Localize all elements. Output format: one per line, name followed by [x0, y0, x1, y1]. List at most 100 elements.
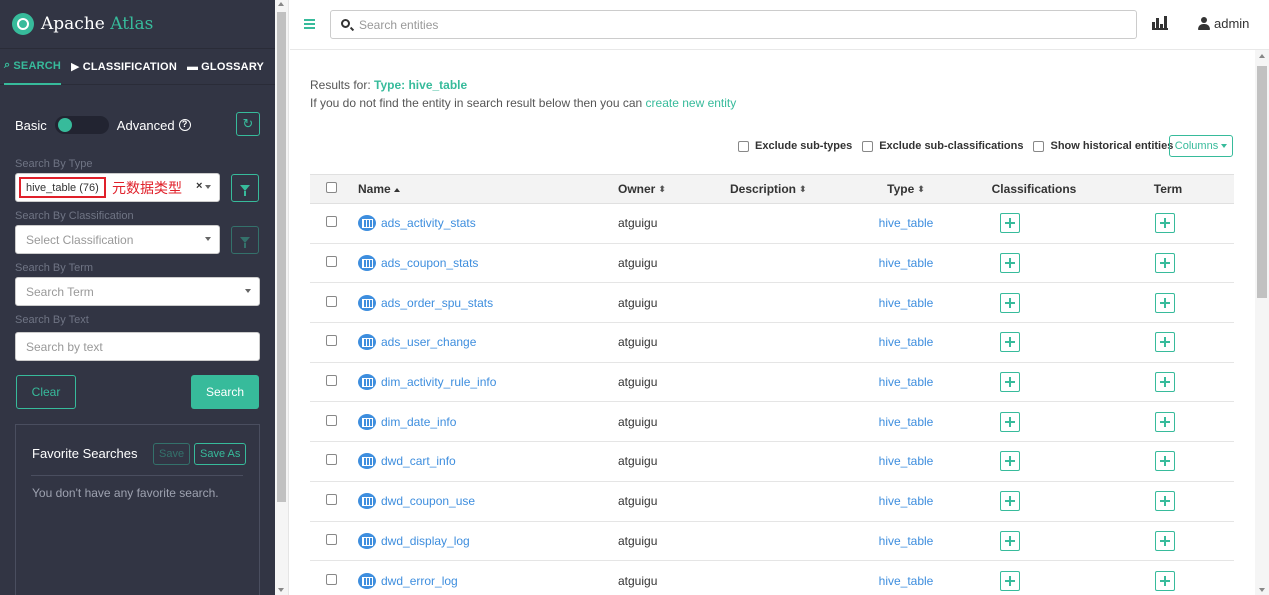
- scroll-down-icon[interactable]: [1259, 588, 1265, 592]
- scrollbar-thumb[interactable]: [1257, 66, 1267, 298]
- exclude-subtypes-checkbox[interactable]: Exclude sub-types: [738, 140, 852, 152]
- type-link[interactable]: hive_table: [879, 574, 934, 588]
- global-search-input[interactable]: Search entities: [330, 10, 1137, 39]
- scrollbar-thumb[interactable]: [277, 12, 286, 502]
- table-row[interactable]: ads_user_change atguigu hive_table: [310, 322, 1234, 363]
- show-historical-checkbox[interactable]: Show historical entities: [1033, 140, 1173, 152]
- entity-name-link[interactable]: ads_order_spu_stats: [381, 296, 493, 310]
- table-row[interactable]: dwd_cart_info atguigu hive_table: [310, 441, 1234, 482]
- entity-name-link[interactable]: ads_user_change: [381, 335, 476, 349]
- column-header-description[interactable]: Description ⬍: [730, 174, 846, 204]
- type-link[interactable]: hive_table: [879, 256, 934, 270]
- entity-name-link[interactable]: dwd_cart_info: [381, 454, 456, 468]
- row-checkbox[interactable]: [325, 414, 337, 426]
- search-text-input[interactable]: [15, 332, 260, 361]
- scroll-down-icon[interactable]: [278, 588, 284, 592]
- add-term-button[interactable]: [1155, 372, 1175, 393]
- clear-type-icon[interactable]: ×: [196, 180, 202, 192]
- row-checkbox[interactable]: [325, 295, 337, 307]
- row-checkbox[interactable]: [325, 375, 337, 387]
- statistics-icon[interactable]: [1152, 16, 1168, 30]
- add-term-button[interactable]: [1155, 451, 1175, 472]
- table-row[interactable]: ads_activity_stats atguigu hive_table: [310, 203, 1234, 244]
- classification-filter-button[interactable]: [231, 226, 259, 254]
- add-term-button[interactable]: [1155, 292, 1175, 313]
- save-as-favorite-button[interactable]: Save As: [194, 443, 247, 465]
- type-link[interactable]: hive_table: [879, 415, 934, 429]
- add-term-button[interactable]: [1155, 253, 1175, 274]
- add-classification-button[interactable]: [1000, 372, 1020, 393]
- add-term-button[interactable]: [1155, 411, 1175, 432]
- add-classification-button[interactable]: [1000, 491, 1020, 512]
- table-row[interactable]: dwd_coupon_use atguigu hive_table: [310, 481, 1234, 522]
- entity-name-link[interactable]: ads_coupon_stats: [381, 256, 478, 270]
- add-classification-button[interactable]: [1000, 411, 1020, 432]
- select-all-checkbox[interactable]: [325, 182, 337, 193]
- type-link[interactable]: hive_table: [879, 296, 934, 310]
- add-term-button[interactable]: [1155, 332, 1175, 353]
- add-classification-button[interactable]: [1000, 332, 1020, 353]
- columns-button[interactable]: Columns: [1169, 135, 1233, 157]
- add-classification-button[interactable]: [1000, 530, 1020, 551]
- row-checkbox[interactable]: [325, 454, 337, 466]
- add-classification-button[interactable]: [1000, 213, 1020, 234]
- scroll-up-icon[interactable]: [1259, 54, 1265, 58]
- row-checkbox[interactable]: [325, 216, 337, 228]
- table-row[interactable]: ads_coupon_stats atguigu hive_table: [310, 243, 1234, 284]
- checkbox[interactable]: [862, 140, 874, 152]
- save-favorite-button[interactable]: Save: [153, 443, 191, 465]
- add-classification-button[interactable]: [1000, 253, 1020, 274]
- checkbox[interactable]: [738, 140, 749, 152]
- table-row[interactable]: dwd_display_log atguigu hive_table: [310, 521, 1234, 562]
- type-link[interactable]: hive_table: [879, 375, 934, 389]
- menu-icon[interactable]: [304, 19, 315, 29]
- search-button[interactable]: Search: [191, 375, 259, 409]
- type-select[interactable]: hive_table (76) 元数据类型 ×: [15, 173, 220, 202]
- tab-glossary[interactable]: ▬ GLOSSARY: [187, 49, 264, 85]
- checkbox[interactable]: [1033, 140, 1045, 152]
- clear-button[interactable]: Clear: [16, 375, 76, 409]
- refresh-button[interactable]: ↻: [236, 112, 260, 136]
- type-filter-button[interactable]: [231, 174, 259, 202]
- entity-name-link[interactable]: dwd_coupon_use: [381, 494, 475, 508]
- table-row[interactable]: dim_date_info atguigu hive_table: [310, 401, 1234, 443]
- table-row[interactable]: dwd_error_log atguigu hive_table: [310, 560, 1234, 595]
- type-link[interactable]: hive_table: [879, 216, 934, 230]
- entity-name-link[interactable]: dim_activity_rule_info: [381, 375, 496, 389]
- entity-name-link[interactable]: ads_activity_stats: [381, 216, 476, 230]
- term-select[interactable]: Search Term: [15, 277, 260, 306]
- column-header-owner[interactable]: Owner ⬍: [618, 174, 730, 204]
- search-mode-toggle[interactable]: [54, 116, 109, 134]
- add-classification-button[interactable]: [1000, 570, 1020, 591]
- scroll-up-icon[interactable]: [278, 2, 284, 6]
- add-term-button[interactable]: [1155, 491, 1175, 512]
- user-menu[interactable]: admin: [1198, 16, 1249, 31]
- row-checkbox[interactable]: [325, 256, 337, 268]
- classification-select[interactable]: Select Classification: [15, 225, 220, 254]
- column-header-type[interactable]: Type ⬍: [846, 174, 966, 204]
- row-checkbox[interactable]: [325, 494, 337, 506]
- add-classification-button[interactable]: [1000, 451, 1020, 472]
- type-link[interactable]: hive_table: [879, 534, 934, 548]
- row-checkbox[interactable]: [325, 533, 337, 545]
- page-scrollbar[interactable]: [1255, 50, 1269, 595]
- tab-classification[interactable]: ▶ CLASSIFICATION: [71, 49, 177, 85]
- type-link[interactable]: hive_table: [879, 494, 934, 508]
- entity-name-link[interactable]: dwd_error_log: [381, 574, 458, 588]
- tab-search[interactable]: ⌕ SEARCH: [4, 49, 62, 85]
- row-checkbox[interactable]: [325, 335, 337, 347]
- type-link[interactable]: hive_table: [879, 454, 934, 468]
- row-checkbox[interactable]: [325, 573, 337, 585]
- add-classification-button[interactable]: [1000, 292, 1020, 313]
- entity-name-link[interactable]: dwd_display_log: [381, 534, 470, 548]
- table-row[interactable]: ads_order_spu_stats atguigu hive_table: [310, 282, 1234, 324]
- add-term-button[interactable]: [1155, 213, 1175, 234]
- sidebar-scrollbar[interactable]: [275, 0, 289, 595]
- entity-name-link[interactable]: dim_date_info: [381, 415, 456, 429]
- column-header-name[interactable]: Name: [358, 174, 618, 204]
- create-entity-link[interactable]: create new entity: [646, 96, 737, 110]
- help-icon[interactable]: ?: [178, 119, 191, 131]
- table-row[interactable]: dim_activity_rule_info atguigu hive_table: [310, 362, 1234, 403]
- add-term-button[interactable]: [1155, 530, 1175, 551]
- exclude-subclassifications-checkbox[interactable]: Exclude sub-classifications: [862, 140, 1023, 152]
